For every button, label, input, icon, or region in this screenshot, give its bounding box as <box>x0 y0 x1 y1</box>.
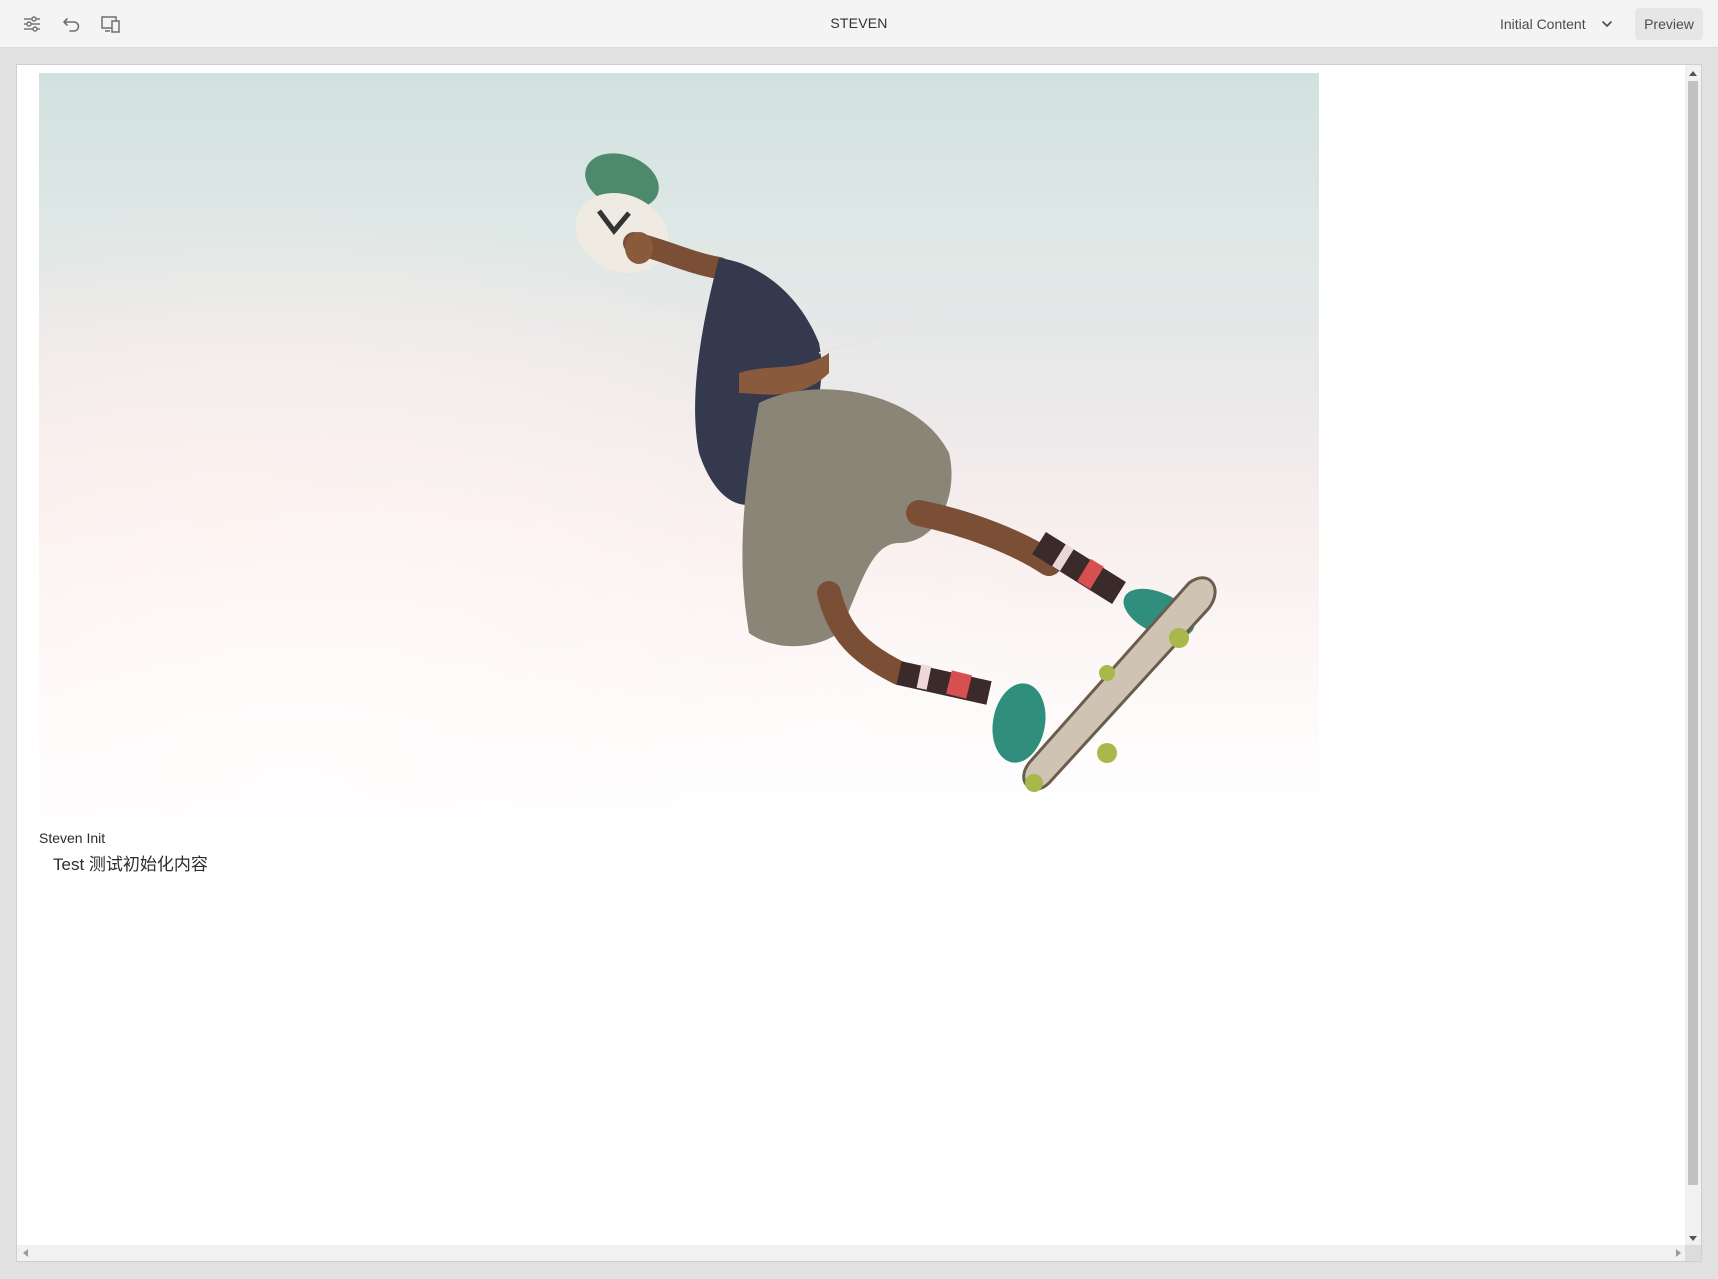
mode-select[interactable]: Initial Content <box>1490 9 1620 39</box>
editor-toolbar: STEVEN Initial Content Preview <box>0 0 1718 48</box>
page-canvas: Steven Init Test 测试初始化内容 <box>16 64 1702 1262</box>
scroll-left-arrow-icon[interactable] <box>23 1249 28 1257</box>
vertical-scroll-thumb[interactable] <box>1688 81 1698 1185</box>
vertical-scrollbar[interactable] <box>1685 65 1701 1247</box>
page-title: STEVEN <box>830 15 888 31</box>
scrollbar-corner <box>1685 1245 1701 1261</box>
scroll-right-arrow-icon[interactable] <box>1676 1249 1681 1257</box>
preview-button[interactable]: Preview <box>1635 8 1703 40</box>
scroll-up-arrow-icon[interactable] <box>1689 71 1697 76</box>
hero-image[interactable] <box>39 73 1319 823</box>
mode-select-value: Initial Content <box>1500 16 1586 32</box>
scroll-down-arrow-icon[interactable] <box>1689 1236 1697 1241</box>
caption-text: Test 测试初始化内容 <box>53 855 208 874</box>
horizontal-scrollbar[interactable] <box>17 1245 1687 1261</box>
caption-title: Steven Init <box>39 830 106 846</box>
chevron-down-icon <box>1600 17 1614 36</box>
